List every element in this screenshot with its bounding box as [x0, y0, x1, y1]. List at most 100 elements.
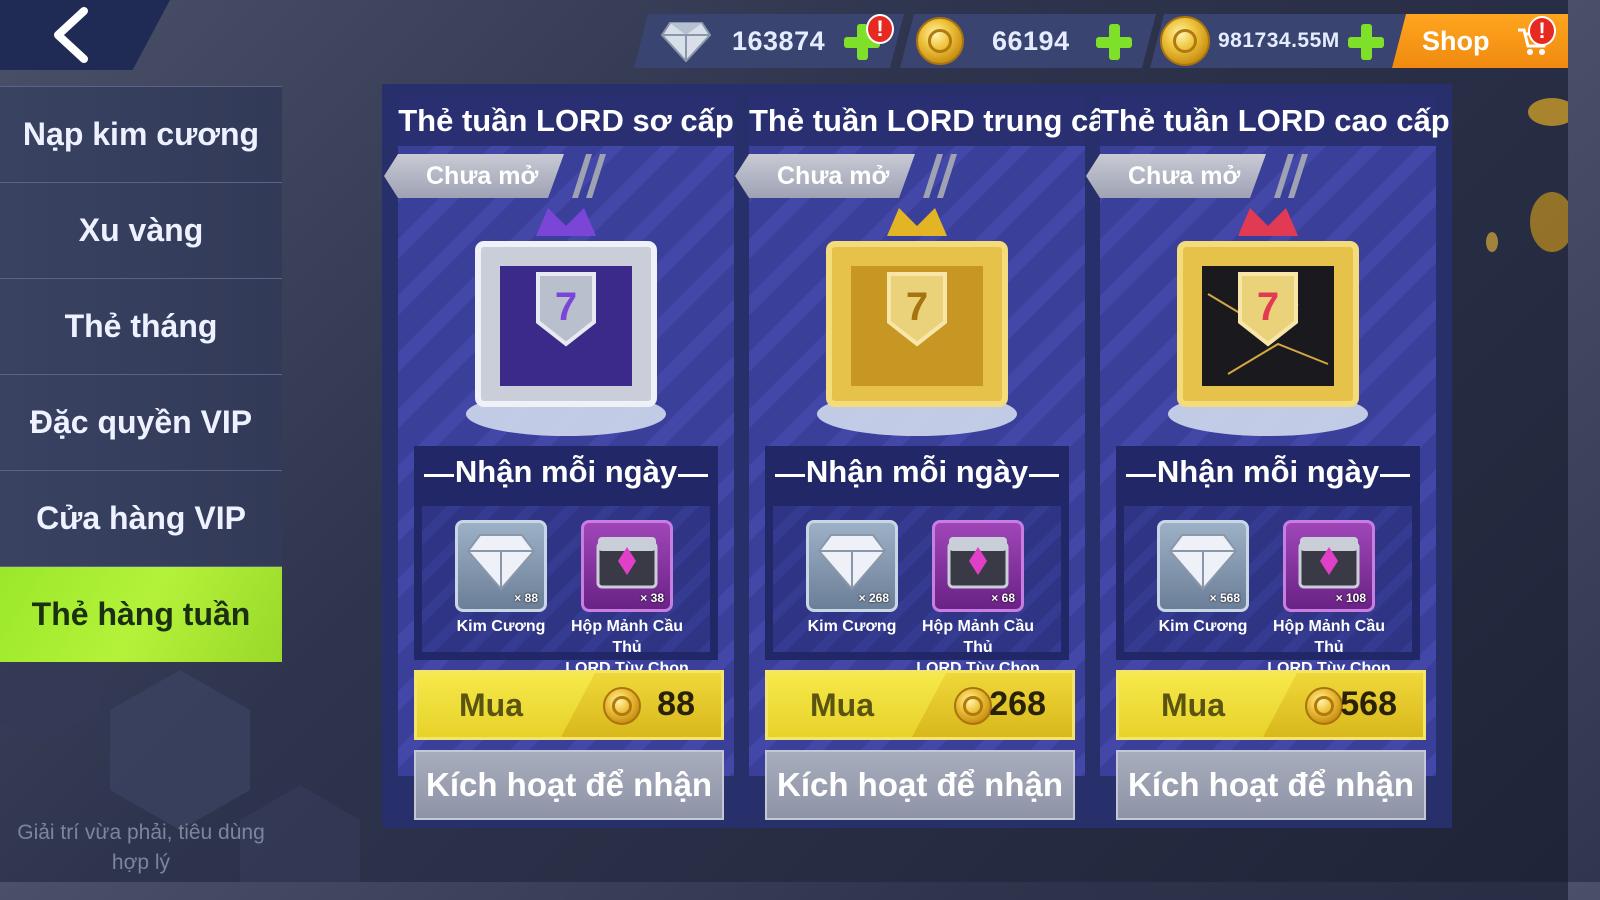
responsible-gaming-note: Giải trí vừa phải, tiêu dùng hợp lý	[0, 818, 282, 878]
weekly-card-basic: Thẻ tuần LORD sơ cấp Chưa mở 7 Nhận mỗi …	[398, 96, 734, 824]
gem-count: 163874	[732, 25, 826, 56]
status-tag: Chưa mở	[384, 154, 564, 198]
price-value: 88	[657, 685, 695, 723]
stripes-decoration	[572, 154, 606, 198]
reward-list: × 268 Kim Cương × 68 Hộp Mảnh Cầu Thủ LO…	[773, 506, 1061, 677]
sidebar-item-label: Xu vàng	[78, 212, 204, 248]
reward-list: × 88 Kim Cương × 38 Hộp Mảnh Cầu Thủ LOR…	[422, 506, 710, 677]
reward-name-line-1: Hộp Mảnh Cầu Thủ	[571, 618, 683, 656]
token-count: 981734.55M	[1218, 29, 1340, 52]
sidebar-item-weekly-card[interactable]: Thẻ hàng tuần	[0, 566, 282, 662]
token-icon	[1160, 16, 1210, 66]
stripes-decoration	[923, 154, 957, 198]
svg-text:7: 7	[1257, 285, 1279, 329]
daily-rewards-box: Nhận mỗi ngày × 88 Kim Cương × 38 Hộp Mả…	[414, 446, 718, 677]
activate-button[interactable]: Kích hoạt để nhận	[414, 750, 724, 820]
daily-rewards-box: Nhận mỗi ngày × 268 Kim Cương × 68 Hộp M…	[765, 446, 1069, 677]
card-body: Chưa mở 7 Nhận mỗi ngày × 568 Kim Cương	[1100, 146, 1436, 820]
reward-list: × 568 Kim Cương × 108 Hộp Mảnh Cầu Thủ L…	[1124, 506, 1412, 677]
back-button[interactable]	[0, 0, 170, 70]
activate-button[interactable]: Kích hoạt để nhận	[765, 750, 1075, 820]
reward-diamond[interactable]: × 88 Kim Cương	[436, 520, 566, 637]
activate-button[interactable]: Kích hoạt để nhận	[1116, 750, 1426, 820]
sidebar-item-label: Cửa hàng VIP	[36, 500, 246, 536]
reward-player-chest[interactable]: × 38 Hộp Mảnh Cầu Thủ LORD Tùy Chọn	[562, 520, 692, 679]
reward-name: Kim Cương	[456, 618, 546, 635]
reward-name-line-1: Hộp Mảnh Cầu Thủ	[1273, 618, 1385, 656]
coin-icon	[603, 687, 641, 725]
reward-quantity: × 38	[640, 591, 664, 605]
chest-icon: × 108	[1283, 520, 1375, 612]
sidebar-item-monthly-card[interactable]: Thẻ tháng	[0, 278, 282, 374]
reward-quantity: × 68	[991, 591, 1015, 605]
sidebar-item-label: Thẻ tháng	[64, 308, 218, 344]
reward-diamond[interactable]: × 568 Kim Cương	[1138, 520, 1268, 637]
price-value: 268	[989, 685, 1046, 723]
daily-rewards-title: Nhận mỗi ngày	[1116, 454, 1420, 490]
lord-card-badge-icon: 7	[466, 208, 666, 436]
diamond-icon	[660, 19, 712, 63]
coin-count: 66194	[992, 25, 1070, 56]
diamond-icon: × 568	[1157, 520, 1249, 612]
chest-icon: × 68	[932, 520, 1024, 612]
gold-coins-decoration	[1486, 98, 1568, 252]
reward-player-chest[interactable]: × 108 Hộp Mảnh Cầu Thủ LORD Tùy Chọn	[1264, 520, 1394, 679]
sidebar-item-label: Thẻ hàng tuần	[31, 596, 251, 632]
reward-name: Kim Cương	[1158, 618, 1248, 635]
coin-icon	[954, 687, 992, 725]
card-body: Chưa mở 7 Nhận mỗi ngày × 88 Kim Cương ×…	[398, 146, 734, 820]
buy-label: Mua	[459, 687, 523, 723]
reward-diamond[interactable]: × 268 Kim Cương	[787, 520, 917, 637]
diamond-icon: × 268	[806, 520, 898, 612]
add-coins-button[interactable]	[1094, 22, 1134, 62]
reward-quantity: × 108	[1335, 591, 1366, 605]
reward-quantity: × 88	[514, 591, 538, 605]
sidebar-item-vip-shop[interactable]: Cửa hàng VIP	[0, 470, 282, 566]
card-title: Thẻ tuần LORD sơ cấp	[398, 96, 734, 146]
buy-button[interactable]: Mua 88	[414, 670, 724, 740]
coin-icon	[916, 17, 964, 65]
svg-text:7: 7	[555, 285, 577, 329]
card-title: Thẻ tuần LORD cao cấp	[1100, 96, 1450, 146]
chest-icon: × 38	[581, 520, 673, 612]
gem-alert-badge: !	[866, 14, 894, 44]
top-bar: 163874 ! 66194 981734.55M Shop !	[0, 0, 1568, 72]
sidebar-menu: Nạp kim cương Xu vàng Thẻ tháng Đặc quyề…	[0, 86, 282, 662]
reward-quantity: × 568	[1209, 591, 1240, 605]
sidebar-item-gold-coins[interactable]: Xu vàng	[0, 182, 282, 278]
shop-label: Shop	[1422, 25, 1490, 56]
diamond-icon: × 88	[455, 520, 547, 612]
status-tag: Chưa mở	[735, 154, 915, 198]
buy-button[interactable]: Mua 268	[765, 670, 1075, 740]
reward-name-line-1: Hộp Mảnh Cầu Thủ	[922, 618, 1034, 656]
lord-card-badge-icon: 7	[817, 208, 1017, 436]
reward-name: Kim Cương	[807, 618, 897, 635]
card-body: Chưa mở 7 Nhận mỗi ngày × 268 Kim Cương	[749, 146, 1085, 820]
footer-line-1: Giải trí vừa phải, tiêu dùng	[17, 821, 265, 844]
daily-rewards-title: Nhận mỗi ngày	[414, 454, 718, 490]
add-tokens-button[interactable]	[1346, 22, 1386, 62]
price-background	[561, 673, 721, 737]
reward-player-chest[interactable]: × 68 Hộp Mảnh Cầu Thủ LORD Tùy Chọn	[913, 520, 1043, 679]
weekly-card-intermediate: Thẻ tuần LORD trung cấp Chưa mở 7 Nhận m…	[749, 96, 1124, 824]
footer-line-2: hợp lý	[111, 851, 171, 874]
sidebar-item-label: Nạp kim cương	[22, 116, 260, 152]
sidebar-item-top-up-diamonds[interactable]: Nạp kim cương	[0, 86, 282, 182]
svg-text:7: 7	[906, 285, 928, 329]
coin-icon	[1305, 687, 1343, 725]
buy-label: Mua	[1161, 687, 1225, 723]
status-tag: Chưa mở	[1086, 154, 1266, 198]
shop-alert-badge: !	[1528, 16, 1556, 46]
weekly-card-advanced: Thẻ tuần LORD cao cấp Chưa mở 7 Nhận mỗi…	[1100, 96, 1450, 824]
card-title: Thẻ tuần LORD trung cấp	[749, 96, 1124, 146]
reward-quantity: × 268	[858, 591, 889, 605]
buy-label: Mua	[810, 687, 874, 723]
stripes-decoration	[1274, 154, 1308, 198]
price-value: 568	[1340, 685, 1397, 723]
buy-button[interactable]: Mua 568	[1116, 670, 1426, 740]
lord-card-badge-icon: 7	[1168, 208, 1368, 436]
daily-rewards-box: Nhận mỗi ngày × 568 Kim Cương × 108 Hộp	[1116, 446, 1420, 677]
sidebar-item-label: Đặc quyền VIP	[29, 404, 253, 440]
sidebar-item-vip-privileges[interactable]: Đặc quyền VIP	[0, 374, 282, 470]
daily-rewards-title: Nhận mỗi ngày	[765, 454, 1069, 490]
